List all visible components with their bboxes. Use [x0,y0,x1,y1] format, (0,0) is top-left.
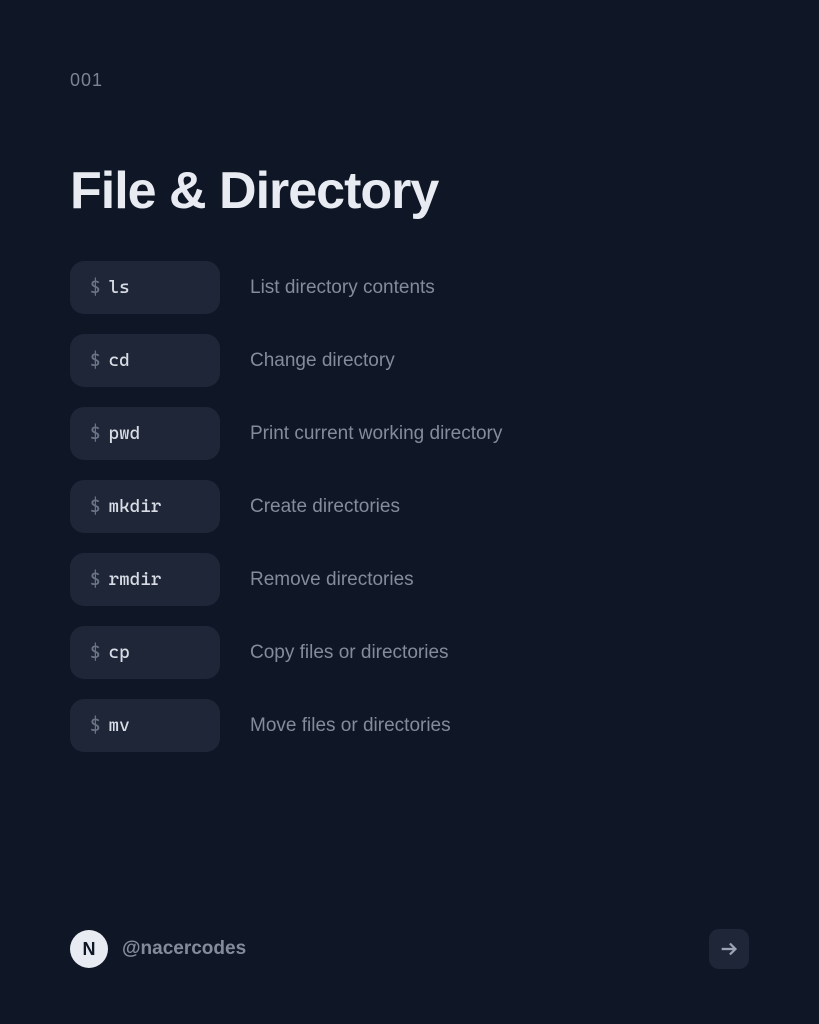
command-row: $ mkdir Create directories [70,480,749,533]
page-number: 001 [70,70,749,91]
prompt-symbol: $ [90,642,101,663]
prompt-symbol: $ [90,277,101,298]
command-text: cd [109,350,130,371]
footer-author: N @nacercodes [70,930,246,968]
command-text: ls [109,277,130,298]
command-pill: $ mv [70,699,220,752]
command-pill: $ ls [70,261,220,314]
command-text: cp [109,642,130,663]
prompt-symbol: $ [90,715,101,736]
prompt-symbol: $ [90,496,101,517]
prompt-symbol: $ [90,350,101,371]
command-pill: $ pwd [70,407,220,460]
command-text: mkdir [109,496,162,517]
command-text: pwd [109,423,141,444]
page-title: File & Directory [70,161,749,221]
command-description: List directory contents [250,277,435,299]
command-row: $ mv Move files or directories [70,699,749,752]
command-description: Copy files or directories [250,642,449,664]
footer: N @nacercodes [70,929,749,969]
command-row: $ ls List directory contents [70,261,749,314]
command-list: $ ls List directory contents $ cd Change… [70,261,749,752]
command-description: Remove directories [250,569,414,591]
command-pill: $ mkdir [70,480,220,533]
command-pill: $ cp [70,626,220,679]
command-text: mv [109,715,130,736]
command-text: rmdir [109,569,162,590]
command-pill: $ cd [70,334,220,387]
command-row: $ cd Change directory [70,334,749,387]
author-handle: @nacercodes [122,938,246,960]
next-button[interactable] [709,929,749,969]
command-description: Change directory [250,350,395,372]
command-row: $ pwd Print current working directory [70,407,749,460]
prompt-symbol: $ [90,569,101,590]
command-pill: $ rmdir [70,553,220,606]
prompt-symbol: $ [90,423,101,444]
command-description: Move files or directories [250,715,451,737]
command-row: $ cp Copy files or directories [70,626,749,679]
command-description: Create directories [250,496,400,518]
arrow-right-icon [718,938,740,960]
command-description: Print current working directory [250,423,502,445]
avatar: N [70,930,108,968]
command-row: $ rmdir Remove directories [70,553,749,606]
